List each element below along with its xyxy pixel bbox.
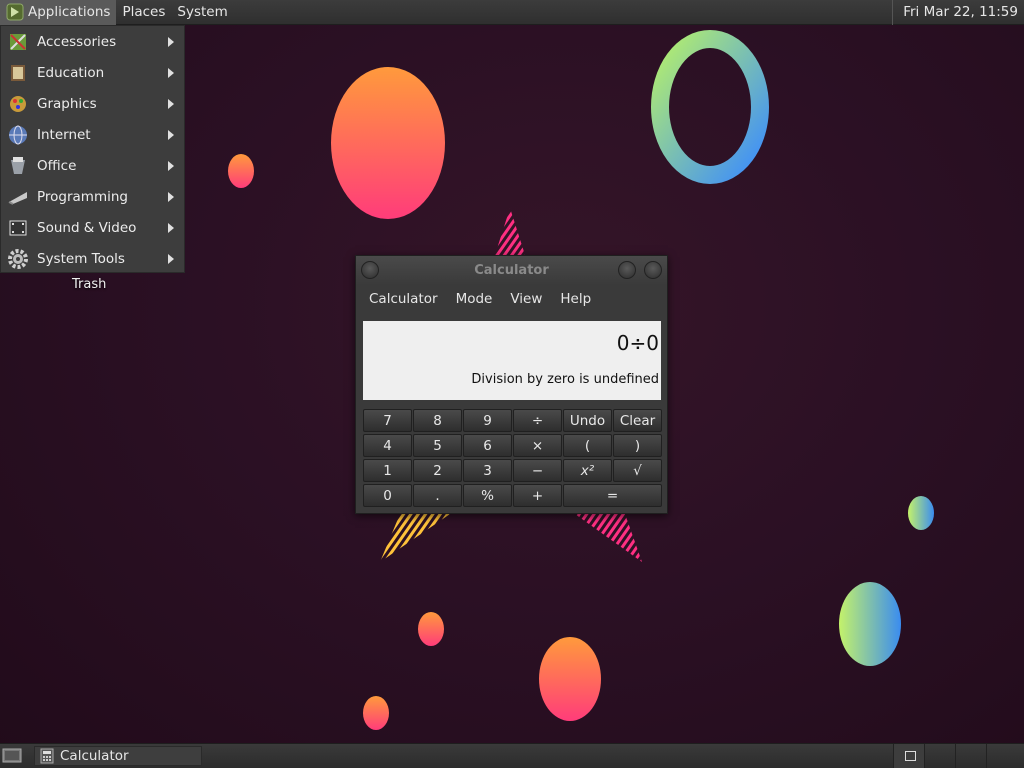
submenu-arrow-icon xyxy=(168,254,174,264)
applications-dropdown: Accessories Education Graphics Internet … xyxy=(0,25,185,273)
globe-icon xyxy=(9,125,27,144)
key-right-paren[interactable]: ) xyxy=(613,434,662,457)
display-expression: 0÷0 xyxy=(616,331,659,355)
submenu-arrow-icon xyxy=(168,161,174,171)
menu-item-graphics[interactable]: Graphics xyxy=(1,88,184,119)
key-plus[interactable]: + xyxy=(513,484,562,507)
programming-icon xyxy=(8,191,27,205)
multimedia-icon xyxy=(9,220,27,235)
taskbar-button-calculator[interactable]: Calculator xyxy=(34,746,202,766)
distro-logo-icon xyxy=(6,3,24,20)
workspace-4[interactable] xyxy=(986,744,1024,768)
menu-item-label: Sound & Video xyxy=(37,219,137,236)
graphics-icon xyxy=(10,95,26,112)
education-icon xyxy=(11,64,25,81)
striped-star-top xyxy=(495,208,525,255)
key-percent[interactable]: % xyxy=(463,484,512,507)
menu-item-programming[interactable]: Programming xyxy=(1,181,184,212)
orange-dot xyxy=(418,612,444,646)
calculator-menubar: Calculator Mode View Help xyxy=(356,285,667,313)
window-thumbnail xyxy=(905,751,916,761)
menu-item-label: System Tools xyxy=(37,250,125,267)
key-sqrt[interactable]: √ xyxy=(613,459,662,482)
close-button[interactable] xyxy=(644,261,662,279)
menu-item-label: Programming xyxy=(37,188,128,205)
striped-star-right xyxy=(575,514,642,562)
key-3[interactable]: 3 xyxy=(463,459,512,482)
accessories-icon xyxy=(10,33,26,50)
clock[interactable]: Fri Mar 22, 11:59 xyxy=(892,0,1024,25)
menu-mode[interactable]: Mode xyxy=(447,291,502,307)
top-menu-bar: Applications Places System xyxy=(0,0,234,25)
submenu-arrow-icon xyxy=(168,37,174,47)
menu-item-label: Graphics xyxy=(37,95,97,112)
applications-label: Applications xyxy=(28,3,111,20)
menu-item-system-tools[interactable]: System Tools xyxy=(1,243,184,274)
submenu-arrow-icon xyxy=(168,99,174,109)
menu-item-internet[interactable]: Internet xyxy=(1,119,184,150)
top-panel: Applications Places System Fri Mar 22, 1… xyxy=(0,0,1024,25)
display-message: Division by zero is undefined xyxy=(471,372,659,387)
key-equals[interactable]: = xyxy=(563,484,662,507)
menu-item-sound-video[interactable]: Sound & Video xyxy=(1,212,184,243)
key-decimal-point[interactable]: . xyxy=(413,484,462,507)
key-1[interactable]: 1 xyxy=(363,459,412,482)
window-titlebar[interactable]: Calculator xyxy=(356,256,667,285)
desktop-icon-trash-label[interactable]: Trash xyxy=(72,277,106,292)
key-0[interactable]: 0 xyxy=(363,484,412,507)
office-icon xyxy=(11,156,25,174)
applications-menu[interactable]: Applications xyxy=(0,0,117,25)
places-menu[interactable]: Places xyxy=(116,0,171,25)
key-8[interactable]: 8 xyxy=(413,409,462,432)
orange-dot xyxy=(228,154,254,188)
workspace-3[interactable] xyxy=(955,744,986,768)
menu-item-education[interactable]: Education xyxy=(1,57,184,88)
bottom-panel: Calculator xyxy=(0,743,1024,768)
calculator-window: Calculator Calculator Mode View Help 0÷0… xyxy=(355,255,668,514)
key-7[interactable]: 7 xyxy=(363,409,412,432)
key-multiply[interactable]: × xyxy=(513,434,562,457)
submenu-arrow-icon xyxy=(168,130,174,140)
submenu-arrow-icon xyxy=(168,223,174,233)
key-6[interactable]: 6 xyxy=(463,434,512,457)
key-left-paren[interactable]: ( xyxy=(563,434,612,457)
workspace-1[interactable] xyxy=(893,744,924,768)
key-undo[interactable]: Undo xyxy=(563,409,612,432)
key-divide[interactable]: ÷ xyxy=(513,409,562,432)
minimize-button[interactable] xyxy=(618,261,636,279)
task-label: Calculator xyxy=(60,748,129,764)
submenu-arrow-icon xyxy=(168,192,174,202)
key-5[interactable]: 5 xyxy=(413,434,462,457)
gradient-ring xyxy=(651,30,769,184)
orange-dot xyxy=(363,696,389,730)
menu-calculator[interactable]: Calculator xyxy=(360,291,447,307)
key-clear[interactable]: Clear xyxy=(613,409,662,432)
key-4[interactable]: 4 xyxy=(363,434,412,457)
gear-icon xyxy=(8,248,28,269)
menu-item-accessories[interactable]: Accessories xyxy=(1,26,184,57)
submenu-arrow-icon xyxy=(168,68,174,78)
menu-item-label: Accessories xyxy=(37,33,117,50)
system-menu[interactable]: System xyxy=(171,0,233,25)
menu-item-label: Internet xyxy=(37,126,91,143)
menu-help[interactable]: Help xyxy=(551,291,600,307)
menu-item-label: Education xyxy=(37,64,105,81)
key-square[interactable]: x² xyxy=(563,459,612,482)
workspace-2[interactable] xyxy=(924,744,955,768)
key-9[interactable]: 9 xyxy=(463,409,512,432)
key-minus[interactable]: − xyxy=(513,459,562,482)
calculator-icon xyxy=(40,748,54,764)
gradient-blob xyxy=(839,582,901,666)
menu-item-label: Office xyxy=(37,157,77,174)
orange-blob xyxy=(331,67,445,219)
menu-view[interactable]: View xyxy=(501,291,551,307)
striped-star-left xyxy=(380,514,450,562)
show-desktop-icon[interactable] xyxy=(2,747,22,765)
menu-item-office[interactable]: Office xyxy=(1,150,184,181)
calculator-display[interactable]: 0÷0 Division by zero is undefined xyxy=(363,321,661,400)
orange-blob xyxy=(539,637,601,721)
gradient-dot xyxy=(908,496,934,530)
key-2[interactable]: 2 xyxy=(413,459,462,482)
